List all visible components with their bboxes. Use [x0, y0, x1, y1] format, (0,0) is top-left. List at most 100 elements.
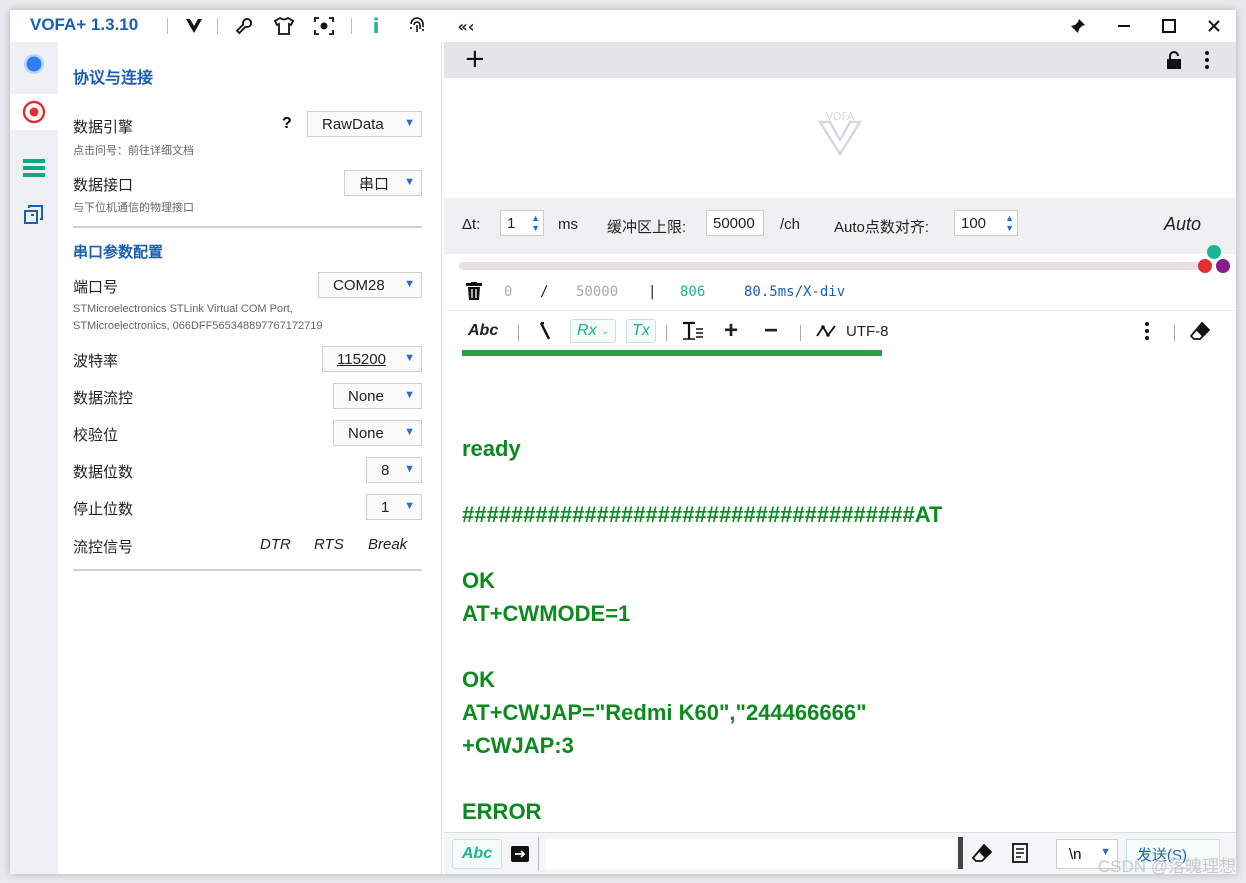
maximize-button[interactable]	[1157, 14, 1181, 38]
minimize-button[interactable]	[1112, 14, 1136, 38]
interface-desc: 与下位机通信的物理接口	[73, 202, 194, 214]
stopbits-select-value: 1	[381, 498, 390, 516]
terminal-line: AT+CWJAP="Redmi K60","244466666"	[462, 700, 867, 725]
buffer-input[interactable]: 50000	[706, 210, 764, 236]
svg-text:VOFA: VOFA	[826, 110, 855, 123]
record-icon	[22, 100, 46, 124]
send-input[interactable]	[546, 839, 956, 869]
eraser-icon[interactable]	[1190, 319, 1210, 343]
port-select-value: COM28	[333, 276, 385, 294]
rts-toggle[interactable]: RTS	[314, 536, 344, 553]
encoding-select[interactable]: UTF-8	[846, 319, 889, 343]
pin-icon[interactable]	[1066, 14, 1090, 38]
buffer-unit: /ch	[780, 216, 801, 233]
dtr-toggle[interactable]: DTR	[260, 536, 291, 553]
stopbits-select[interactable]: 1 ▼	[366, 494, 422, 520]
info-icon[interactable]: i	[364, 14, 388, 38]
fingerprint-icon[interactable]	[405, 14, 429, 38]
terminal-line: AT+CWMODE=1	[462, 601, 631, 626]
text-mode-button[interactable]: Abc	[468, 319, 498, 343]
help-question-button[interactable]: ?	[282, 115, 292, 133]
sidebar-item-windows[interactable]	[20, 200, 48, 228]
zoom-in-button[interactable]: +	[724, 317, 738, 344]
section-divider	[73, 569, 422, 571]
dt-label: Δt:	[462, 216, 481, 233]
port-desc-line1: STMicroelectronics STLink Virtual COM Po…	[73, 303, 293, 315]
list-icon	[23, 159, 45, 177]
flow-select[interactable]: None ▼	[333, 383, 422, 409]
dt-spinner[interactable]: 1 ▲ ▼	[500, 210, 544, 236]
baud-select-value: 115200	[337, 350, 386, 368]
unlock-icon[interactable]	[1166, 51, 1182, 73]
baud-select[interactable]: 115200 ▼	[322, 346, 422, 372]
history-icon[interactable]	[1012, 843, 1028, 867]
section-title-protocol: 协议与连接	[73, 70, 154, 87]
waveform-icon[interactable]	[816, 319, 836, 343]
vofa-logo-icon[interactable]	[182, 14, 206, 38]
chevron-down-icon: ▼	[404, 426, 415, 438]
add-widget-button[interactable]: +	[464, 46, 486, 72]
wrench-icon[interactable]	[232, 14, 256, 38]
send-text-mode-button[interactable]: Abc	[452, 839, 502, 869]
text-format-icon[interactable]	[682, 319, 704, 343]
databits-select[interactable]: 8 ▼	[366, 457, 422, 483]
terminal-line: #####################################AT	[462, 502, 943, 527]
engine-select[interactable]: RawData ▼	[307, 111, 422, 137]
stopbits-label: 停止位数	[73, 501, 134, 518]
clear-send-icon[interactable]	[971, 843, 993, 866]
buffer-label: 缓冲区上限:	[607, 219, 687, 236]
break-toggle[interactable]: Break	[368, 536, 407, 553]
port-label: 端口号	[73, 279, 119, 296]
port-select[interactable]: COM28 ▼	[318, 272, 422, 298]
tx-toggle[interactable]: Tx	[626, 319, 656, 343]
buffer-value: 50000	[713, 214, 755, 232]
send-file-icon[interactable]	[510, 845, 530, 867]
cursor-icon[interactable]	[538, 319, 552, 343]
zoom-out-button[interactable]: −	[764, 317, 778, 344]
rx-toggle[interactable]: Rx ⌄	[570, 319, 616, 343]
auto-align-spinner[interactable]: 100 ▲ ▼	[954, 210, 1018, 236]
flow-label: 数据流控	[73, 390, 134, 407]
chevron-down-icon: ▼	[404, 352, 415, 364]
stat-bar: |	[648, 284, 657, 300]
x-div-rate: 80.5ms/X-div	[744, 284, 846, 300]
connection-status-icon[interactable]	[20, 50, 48, 78]
toolbar-separator	[1174, 325, 1175, 341]
sidebar-item-protocol[interactable]	[10, 94, 58, 130]
interface-label: 数据接口	[73, 177, 134, 194]
parity-select[interactable]: None ▼	[333, 420, 422, 446]
close-button[interactable]	[1202, 14, 1226, 38]
auto-button[interactable]: Auto	[1164, 214, 1201, 235]
capture-icon[interactable]	[312, 14, 336, 38]
flow-select-value: None	[348, 387, 384, 405]
sendbar-separator	[538, 837, 539, 871]
dt-unit: ms	[558, 216, 578, 233]
terminal-line: +CWJAP:3	[462, 733, 574, 758]
waveform-plot[interactable]: VOFA	[444, 78, 1236, 198]
copy-windows-icon	[24, 205, 43, 224]
newline-value: \n	[1069, 845, 1082, 863]
engine-select-value: RawData	[322, 115, 384, 133]
more-vertical-icon[interactable]	[1144, 319, 1150, 343]
input-resize-handle[interactable]	[958, 837, 963, 869]
rx-label: Rx	[577, 322, 597, 339]
widget-tabbar: +	[444, 42, 1236, 78]
collapse-panel-icon[interactable]: «‹	[454, 14, 478, 38]
databits-label: 数据位数	[73, 464, 134, 481]
shirt-icon[interactable]	[272, 14, 296, 38]
port-desc-line2: STMicroelectronics, 066DFF56534889776717…	[73, 320, 323, 332]
terminal-line: OK	[462, 667, 495, 692]
spinner-arrows-icon: ▲ ▼	[1005, 213, 1014, 233]
terminal-output[interactable]: ready ##################################…	[444, 350, 1236, 832]
sidebar-rail	[10, 42, 58, 874]
config-panel: 协议与连接 数据引擎 ? RawData ▼ 点击问号：前往详细文档 数据接口 …	[58, 42, 442, 874]
title-bar: VOFA+ 1.3.10 i «‹	[10, 10, 1236, 42]
sidebar-item-commands[interactable]	[20, 154, 48, 182]
more-vertical-icon[interactable]	[1204, 50, 1210, 74]
trash-icon[interactable]	[466, 282, 482, 304]
interface-select[interactable]: 串口 ▼	[344, 170, 422, 196]
timeline-slider[interactable]	[459, 262, 1209, 270]
stat-slash: /	[540, 284, 549, 300]
chevron-down-icon: ▼	[404, 500, 415, 512]
engine-desc: 点击问号：前往详细文档	[73, 145, 194, 157]
